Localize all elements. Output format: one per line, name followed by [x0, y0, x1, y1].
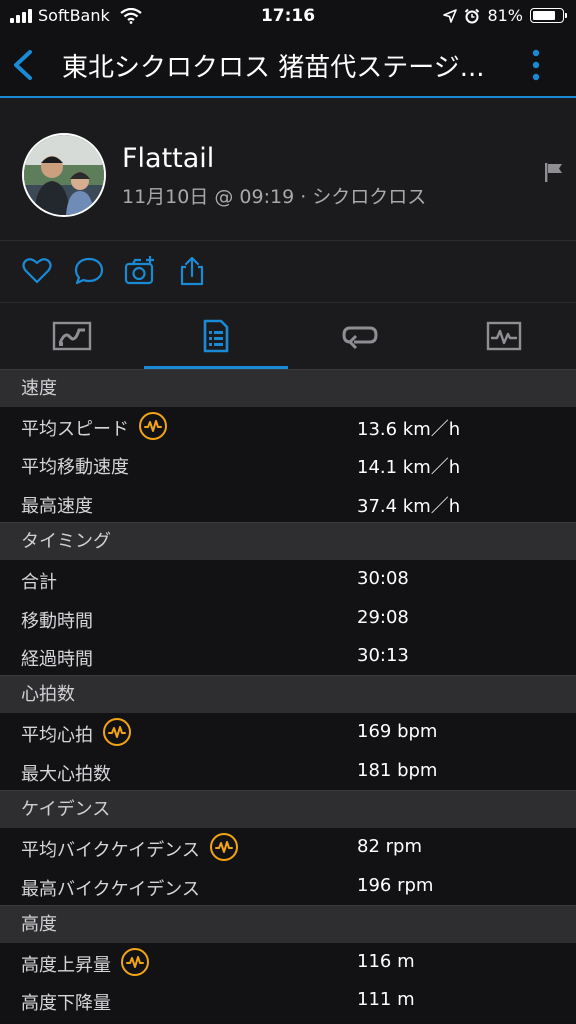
insight-badge-icon[interactable] [121, 947, 149, 976]
stat-value: 82 rpm [357, 836, 422, 858]
stat-value: 14.1 km／h [357, 457, 461, 479]
stat-row: 平均移動速度 14.1 km／h [0, 445, 576, 484]
stat-row: 最高速度 37.4 km／h [0, 483, 576, 523]
tab-charts[interactable] [432, 303, 576, 369]
stat-label-wrap: 平均バイクケイデンス [21, 833, 238, 862]
stat-label-wrap: 合計 [21, 568, 57, 594]
more-menu-icon[interactable] [532, 48, 540, 82]
stat-value: 29:08 [357, 606, 409, 628]
section-header: タイミング [0, 522, 576, 561]
laps-icon [342, 326, 378, 350]
stat-value: 30:13 [357, 644, 409, 666]
camera-add-icon[interactable] [124, 255, 156, 287]
stat-label-wrap: 高度下降量 [21, 989, 111, 1015]
share-icon[interactable] [176, 255, 208, 287]
activity-subtitle: 11月10日 @ 09:19 · シクロクロス [122, 186, 427, 208]
stat-label: 平均心拍 [21, 725, 93, 747]
flag-icon[interactable] [542, 160, 566, 184]
stat-label: 高度上昇量 [21, 954, 111, 976]
stat-value: 181 bpm [357, 759, 438, 781]
tab-details[interactable] [144, 303, 288, 369]
stat-value: 116 m [357, 950, 415, 972]
athlete-name[interactable]: Flattail [122, 143, 214, 174]
stat-label: 最高速度 [21, 495, 93, 517]
stat-label-wrap: 経過時間 [21, 645, 93, 671]
section-header: 高度 [0, 904, 576, 943]
stat-row: 経過時間 30:13 [0, 636, 576, 676]
stat-label-wrap: 高度上昇量 [21, 947, 149, 977]
action-bar [0, 241, 576, 303]
insight-badge-icon[interactable] [103, 718, 131, 747]
stat-label-wrap: 最高バイクケイデンス [21, 875, 200, 901]
nav-bar: 東北シクロクロス 猪苗代ステージ... [0, 34, 576, 98]
comment-icon[interactable] [73, 255, 105, 287]
stat-label: 合計 [21, 572, 57, 594]
stat-label-wrap: 最高速度 [21, 492, 93, 518]
stat-value: 30:08 [357, 568, 409, 590]
stat-label: 最大心拍数 [21, 763, 111, 785]
insight-badge-icon[interactable] [209, 833, 238, 862]
stat-value: 169 bpm [357, 721, 438, 743]
stat-label: 高度下降量 [21, 993, 111, 1015]
tab-map[interactable] [0, 303, 144, 369]
stat-row: 最大心拍数 181 bpm [0, 751, 576, 791]
stat-value: 111 m [357, 989, 415, 1011]
stat-label: 最高バイクケイデンス [21, 878, 200, 900]
stat-row: 平均バイクケイデンス 82 rpm [0, 828, 576, 867]
details-icon [203, 319, 229, 353]
page-title: 東北シクロクロス 猪苗代ステージ... [62, 53, 485, 83]
stat-label: 平均スピード [21, 419, 129, 440]
stat-value: 13.6 km／h [357, 419, 461, 440]
insight-badge-icon[interactable] [139, 412, 167, 440]
section-header: ケイデンス [0, 790, 576, 829]
tab-bar [0, 303, 576, 369]
alarm-icon [465, 8, 480, 23]
stat-label-wrap: 最大心拍数 [21, 760, 111, 786]
stat-row: 移動時間 29:08 [0, 598, 576, 637]
stat-label: 経過時間 [21, 648, 93, 670]
stat-value: 37.4 km／h [357, 495, 461, 517]
stat-label: 平均移動速度 [21, 457, 129, 479]
status-bar: SoftBank 17:16 81% [0, 0, 576, 34]
back-chevron-icon[interactable] [10, 48, 40, 82]
section-header: 心拍数 [0, 675, 576, 714]
stat-label: 平均バイクケイデンス [21, 840, 200, 862]
stat-row: 平均スピード 13.6 km／h [0, 407, 576, 446]
tab-laps[interactable] [288, 303, 432, 369]
stat-row: 高度上昇量 116 m [0, 942, 576, 982]
stat-value: 196 rpm [357, 874, 434, 896]
heart-icon[interactable] [21, 255, 53, 287]
map-icon [52, 321, 92, 351]
stat-row: 平均心拍 169 bpm [0, 713, 576, 752]
battery-icon [530, 8, 567, 23]
location-icon [443, 8, 458, 23]
stat-row: 高度下降量 111 m [0, 981, 576, 1020]
avatar[interactable] [22, 133, 106, 217]
stat-label-wrap: 平均心拍 [21, 718, 131, 747]
chart-icon [486, 321, 522, 351]
stat-label: 移動時間 [21, 610, 93, 632]
stat-label-wrap: 平均スピード [21, 412, 167, 441]
section-header: 速度 [0, 369, 576, 407]
stat-row: 最高バイクケイデンス 196 rpm [0, 866, 576, 905]
stat-row: 合計 30:08 [0, 560, 576, 599]
battery-percent: 81% [487, 6, 523, 25]
activity-header: Flattail 11月10日 @ 09:19 · シクロクロス [0, 98, 576, 241]
stat-label-wrap: 移動時間 [21, 607, 93, 633]
stat-label-wrap: 平均移動速度 [21, 453, 129, 479]
stats-table: 速度平均スピード 13.6 km／h 平均移動速度 14.1 km／h 最高速度 37.4… [0, 369, 576, 1020]
